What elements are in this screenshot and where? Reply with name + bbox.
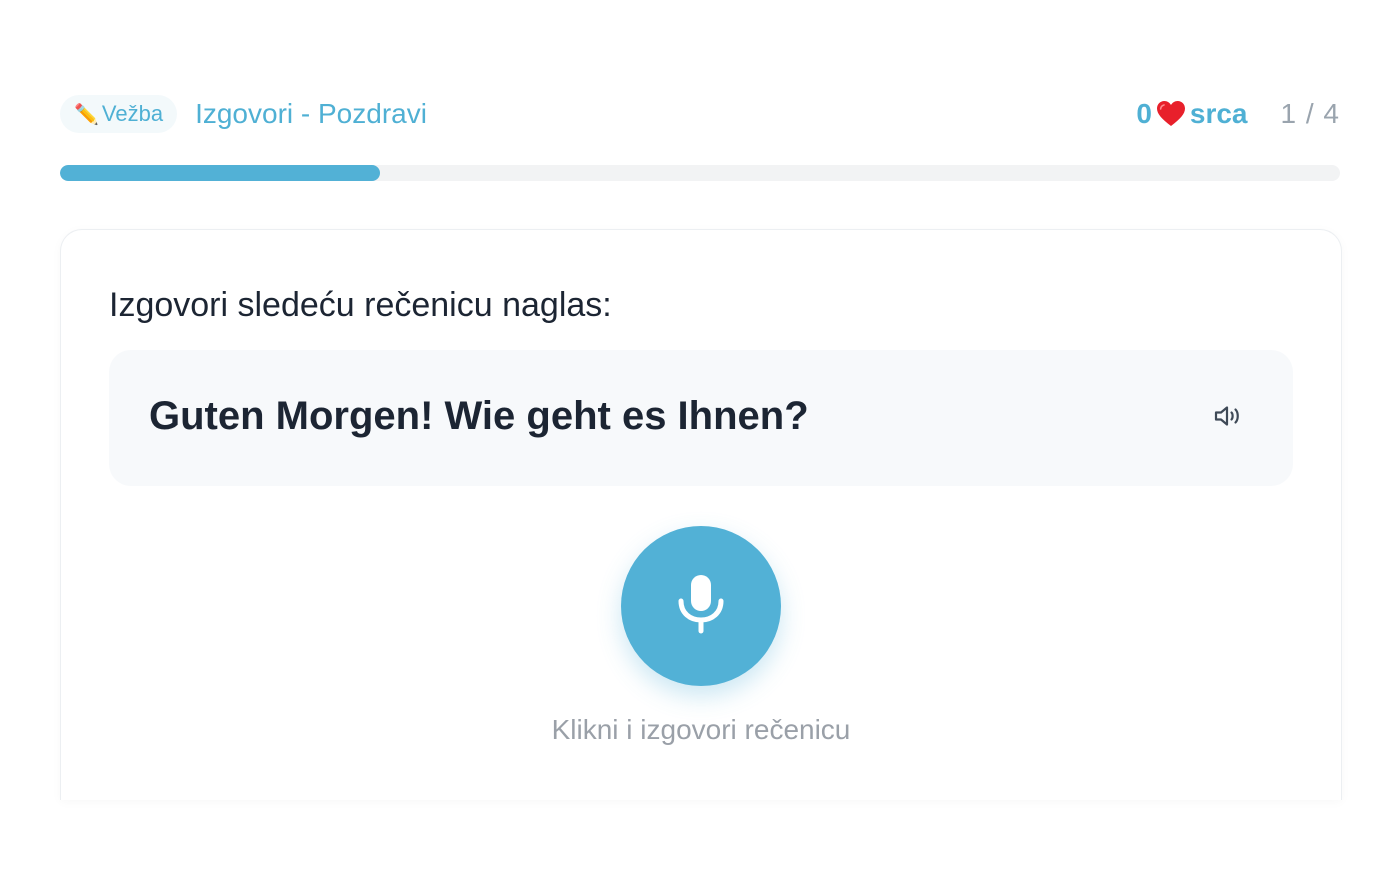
heart-icon — [1156, 101, 1185, 127]
hearts-label: srca — [1189, 98, 1248, 129]
question-counter: 1 / 4 — [1280, 98, 1340, 129]
header-stats: 0 srca 1 / 4 — [1136, 98, 1340, 130]
hearts-counter: 0 srca — [1136, 98, 1247, 130]
sentence-box: Guten Morgen! Wie geht es Ihnen? — [109, 350, 1293, 486]
hearts-count: 0 — [1136, 98, 1152, 129]
exercise-card: Izgovori sledeću rečenicu naglas: Guten … — [60, 229, 1342, 800]
badge-label: Vežba — [101, 101, 164, 126]
exercise-page: ✏️ Vežba Izgovori - Pozdravi 0 srca 1 / … — [0, 0, 1400, 875]
pencil-icon: ✏️ — [74, 103, 99, 126]
target-sentence: Guten Morgen! Wie geht es Ihnen? — [149, 394, 809, 438]
progress-fill — [60, 165, 380, 181]
play-audio-button[interactable] — [1211, 400, 1247, 436]
record-hint: Klikni i izgovori rečenicu — [551, 714, 851, 745]
speaker-icon — [1214, 404, 1244, 433]
progress-bar — [60, 165, 1340, 181]
lesson-title: Izgovori - Pozdravi — [195, 98, 427, 129]
exercise-badge: ✏️ Vežba — [60, 95, 178, 133]
instruction-text: Izgovori sledeću rečenicu naglas: — [109, 286, 612, 324]
microphone-icon — [675, 573, 727, 640]
lesson-header: ✏️ Vežba Izgovori - Pozdravi 0 srca 1 / … — [60, 92, 1340, 136]
record-button[interactable] — [621, 526, 781, 686]
